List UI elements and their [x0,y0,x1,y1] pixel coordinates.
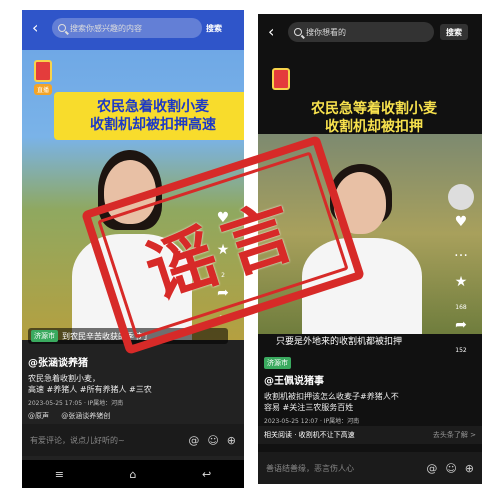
video-subtitle: 只要是外地来的收割机都被扣押 [276,337,403,347]
favorite-count: 168 [455,304,467,311]
related-label: 相关阅读 · 收割机不让下高速 [264,431,355,439]
comment-input[interactable]: 有爱评论，说点儿好听的~ [30,435,125,446]
mention-icon[interactable]: @ [426,462,437,475]
desc-line-2: 高速 #养猪人 #所有养猪人 #三农 [28,385,152,394]
live-badge: 直播 [34,84,53,95]
like-icon[interactable]: ♥ [448,214,474,240]
video-info: 济源市 @王佩说猪事 收割机被扣押该怎么收麦子#养猪人不 容易 #关注三农服务百… [264,350,450,425]
post-meta: 2023-05-25 12:07 · IP属地：河南 [264,418,360,425]
add-icon[interactable]: ⊕ [227,434,236,447]
home-icon[interactable]: ⌂ [129,468,136,481]
comment-bar[interactable]: 有爱评论，说点儿好听的~ @ ☺ ⊕ [22,424,244,456]
video-info: @张涵谈养猪 农民急着收割小麦， 高速 #养猪人 #所有养猪人 #三农 2023… [28,354,214,421]
comment-input[interactable]: 善语结善缘，恶言伤人心 [266,463,354,474]
video-title: 农民急等着收割小麦 收割机却被扣押 [274,100,474,136]
post-meta: 2023-05-25 17:05 · IP属地：河南 [28,400,124,407]
mention-icon[interactable]: @ [188,434,199,447]
comment-icon[interactable]: … [448,244,474,270]
search-input[interactable]: 搜你想看的 [288,22,434,42]
favorite-icon[interactable]: ★ [448,274,474,300]
sound-author: @张涵谈养猪创 [61,412,111,420]
back-icon[interactable]: ‹ [268,24,284,40]
red-packet-icon[interactable] [272,68,290,90]
search-button[interactable]: 搜索 [440,24,468,40]
title-line-2: 收割机却被扣押高速 [90,117,216,133]
system-nav-bar: ≡ ⌂ ↩ [22,460,244,488]
back-nav-icon[interactable]: ↩ [202,468,211,481]
avatar[interactable] [448,184,474,210]
share-icon[interactable]: ➦ [448,317,474,343]
search-icon [58,24,66,32]
add-icon[interactable]: ⊕ [465,462,474,475]
title-line-1: 农民急等着收割小麦 [311,101,437,117]
related-more-link[interactable]: 去头条了解 > [433,430,476,440]
desc-line-2: 容易 #关注三农服务百姓 [264,403,354,412]
desc-line-1: 收割机被扣押该怎么收麦子#养猪人不 [264,392,399,401]
search-icon [294,28,302,36]
red-packet-icon[interactable] [34,60,52,82]
video-title-banner: 农民急着收割小麦 收割机却被扣押高速 [54,92,244,140]
location-tag: 济源市 [31,330,58,342]
original-sound: @原声 [28,412,49,420]
desc-line-1: 农民急着收割小麦， [28,374,100,383]
search-input[interactable]: 搜索你感兴趣的内容 [52,18,202,38]
search-button[interactable]: 搜索 [206,18,222,38]
back-icon[interactable]: ‹ [32,20,48,36]
search-placeholder: 搜索你感兴趣的内容 [70,23,142,33]
related-reading-bar[interactable]: 相关阅读 · 收割机不让下高速 去头条了解 > [258,426,482,444]
search-placeholder: 搜你想看的 [306,27,346,37]
share-count: 152 [455,347,467,354]
emoji-icon[interactable]: ☺ [445,462,456,475]
sound-source[interactable]: @原声 @张涵谈养猪创 [28,411,214,421]
menu-icon[interactable]: ≡ [55,468,64,481]
title-line-1: 农民急着收割小麦 [97,99,209,115]
location-tag[interactable]: 济源市 [264,357,291,369]
emoji-icon[interactable]: ☺ [207,434,218,447]
author-name[interactable]: @王佩说猪事 [264,372,450,387]
side-actions: ♥ … ★ 168 ➦ 152 [446,184,476,360]
author-name[interactable]: @张涵谈养猪 [28,354,214,369]
comment-bar[interactable]: 善语结善缘，恶言伤人心 @ ☺ ⊕ [258,452,482,484]
